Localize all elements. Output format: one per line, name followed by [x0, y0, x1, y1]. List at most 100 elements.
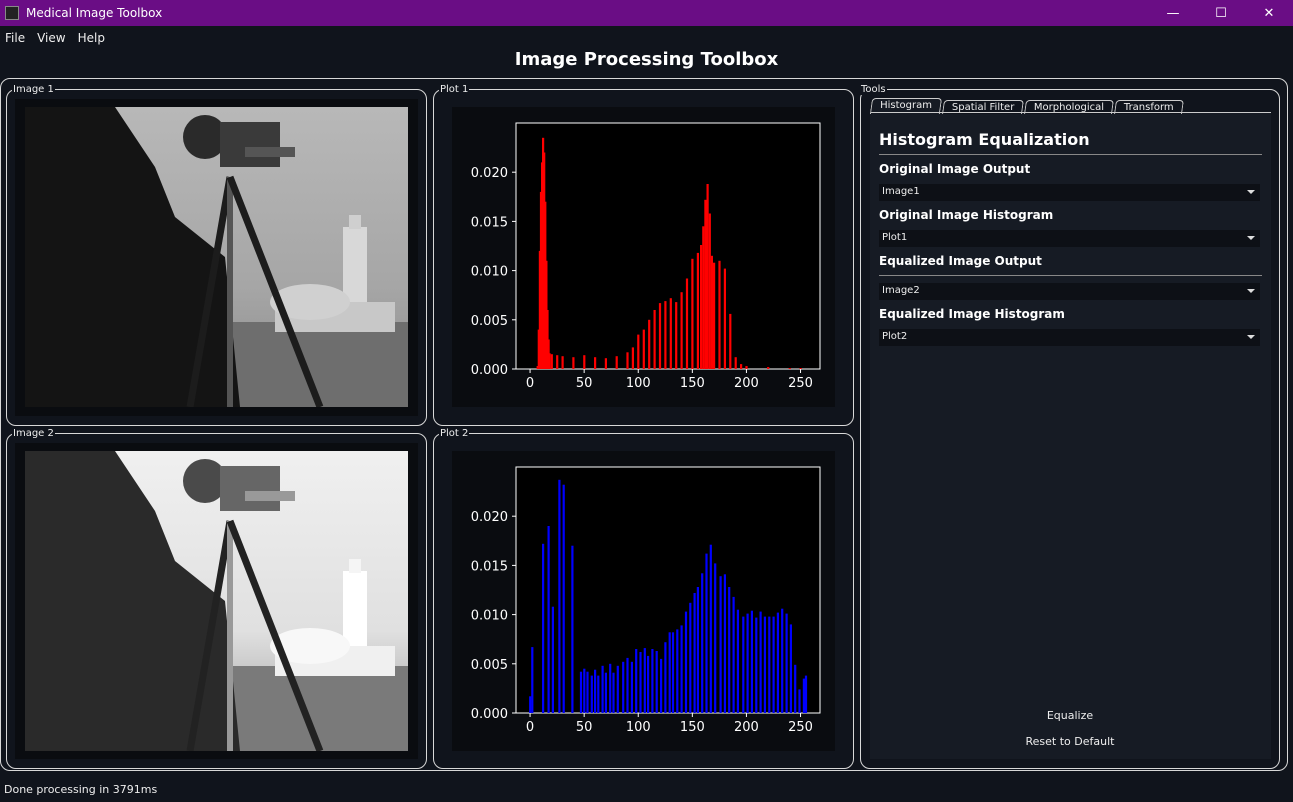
- cameraman-equalized-image: [25, 451, 408, 751]
- image2-label: Image 2: [12, 428, 55, 439]
- plot2-bar: [781, 608, 784, 713]
- plot2-bar: [705, 553, 708, 713]
- plot2-bar: [696, 587, 699, 713]
- image2-view[interactable]: [15, 443, 418, 759]
- tools-label: Tools: [860, 84, 887, 95]
- plot2-bar: [759, 611, 762, 713]
- original-image-histogram-select[interactable]: Plot1: [879, 230, 1260, 247]
- plot2-bar: [551, 606, 554, 713]
- plot1-bar: [702, 226, 705, 369]
- plot2-bar: [630, 661, 633, 713]
- plot1-bar: [700, 245, 703, 369]
- plot2-panel: Plot 2 0 50 100 150 200 250 0.000 0.005 0.010 0.0…: [433, 429, 854, 769]
- plot2-bar: [763, 616, 766, 713]
- plot1-bar: [680, 292, 683, 369]
- image1-photo: [25, 107, 408, 407]
- menu-file[interactable]: File: [0, 28, 30, 50]
- plot1-bar: [572, 357, 575, 369]
- equalized-image-histogram-select[interactable]: Plot2: [879, 329, 1260, 346]
- plot2-bar: [586, 671, 589, 713]
- plot1-bar: [685, 278, 689, 369]
- plot1-bar: [583, 355, 586, 369]
- plot1-x-tick-label: 250: [788, 376, 813, 391]
- plot2-bar: [772, 616, 775, 713]
- original-image-output-select[interactable]: Image1: [879, 184, 1260, 201]
- plot2-bar: [776, 612, 779, 713]
- plot2-bar: [639, 652, 642, 713]
- plot2-bar: [590, 675, 593, 713]
- plot2-bar: [531, 647, 534, 713]
- plot1-bar: [734, 357, 737, 369]
- plot2-bar: [750, 610, 753, 713]
- plot2-bar: [597, 675, 600, 713]
- plot2-bar: [651, 649, 654, 713]
- page-title: Image Processing Toolbox: [514, 49, 779, 70]
- plot2-x-tick-label: 50: [576, 720, 593, 735]
- plot1-bar: [548, 353, 551, 369]
- image1-view[interactable]: [15, 99, 418, 416]
- plot2-bar: [604, 672, 607, 713]
- plot1-y-tick-label: 0.005: [471, 314, 508, 329]
- plot1-y-tick-label: 0.015: [471, 215, 508, 230]
- plot2-canvas[interactable]: 0 50 100 150 200 250 0.000 0.005 0.010 0.015 0.020: [452, 451, 835, 751]
- equalized-image-output-select[interactable]: Image2: [879, 283, 1260, 300]
- menu-help[interactable]: Help: [73, 28, 110, 50]
- plot2-bar: [622, 661, 625, 713]
- plot2-bar: [571, 545, 574, 713]
- plot2-bar: [785, 613, 788, 713]
- chevron-down-icon: [1247, 236, 1255, 240]
- window-title: Medical Image Toolbox: [26, 6, 163, 20]
- plot2-x-tick-label: 200: [734, 720, 759, 735]
- plot2-bar: [529, 696, 532, 713]
- image1-panel: Image 1: [6, 85, 427, 426]
- plot2-bar: [547, 526, 550, 713]
- plot1-bar: [550, 354, 553, 369]
- maximize-button[interactable]: ☐: [1197, 0, 1245, 26]
- field-divider: [879, 275, 1262, 276]
- plot1-bar: [637, 334, 640, 369]
- cameraman-original-image: [25, 107, 408, 407]
- tab-divider: [871, 112, 1271, 113]
- plot2-bar: [671, 632, 675, 713]
- plot1-axes-frame: [515, 122, 821, 370]
- plot1-bar: [653, 310, 656, 369]
- plot1-canvas[interactable]: 0 50 100 150 200 250 0.000 0.005 0.010 0.015 0.020: [452, 107, 835, 407]
- plot1-bar: [648, 319, 651, 369]
- image2-panel: Image 2: [6, 429, 427, 769]
- plot2-bar: [742, 616, 745, 713]
- plot2-bar: [802, 678, 805, 713]
- plot1-bar: [706, 184, 709, 369]
- equalized-image-output-label: Equalized Image Output: [879, 254, 1042, 268]
- plot1-bar: [556, 355, 559, 369]
- plot2-x-tick-label: 250: [788, 720, 813, 735]
- plot1-bar: [631, 347, 634, 369]
- close-button[interactable]: ✕: [1245, 0, 1293, 26]
- plot2-bar: [655, 651, 658, 713]
- plot1-chart: 0 50 100 150 200 250 0.000 0.005 0.010 0.015 0.020: [471, 122, 821, 391]
- plot2-bar: [626, 657, 629, 713]
- plot2-bar: [601, 665, 604, 713]
- chevron-down-icon: [1247, 289, 1255, 293]
- reset-button[interactable]: Reset to Default: [985, 735, 1155, 748]
- plot2-chart: 0 50 100 150 200 250 0.000 0.005 0.010 0.015 0.020: [471, 466, 821, 735]
- plot2-bar: [689, 602, 692, 713]
- plot2-y-tick-label: 0.005: [471, 658, 508, 673]
- plot1-bar: [642, 329, 645, 369]
- plot2-bar: [798, 689, 801, 713]
- plot1-label: Plot 1: [439, 84, 470, 95]
- minimize-button[interactable]: —: [1149, 0, 1197, 26]
- plot2-bar: [643, 648, 646, 713]
- plot2-bar: [594, 669, 597, 713]
- plot1-bar: [799, 368, 802, 369]
- plot2-bar: [684, 611, 688, 713]
- plot1-y-tick-label: 0.010: [471, 265, 508, 280]
- plot2-bar: [736, 609, 739, 713]
- plot1-bar: [708, 213, 711, 369]
- plot2-y-tick-label: 0.010: [471, 609, 508, 624]
- plot1-bar: [615, 356, 618, 369]
- equalize-button[interactable]: Equalize: [985, 709, 1155, 722]
- plot2-y-tick-label: 0.015: [471, 559, 508, 574]
- original-image-output-label: Original Image Output: [879, 162, 1031, 176]
- plot2-bar: [709, 544, 712, 713]
- menu-view[interactable]: View: [32, 28, 70, 50]
